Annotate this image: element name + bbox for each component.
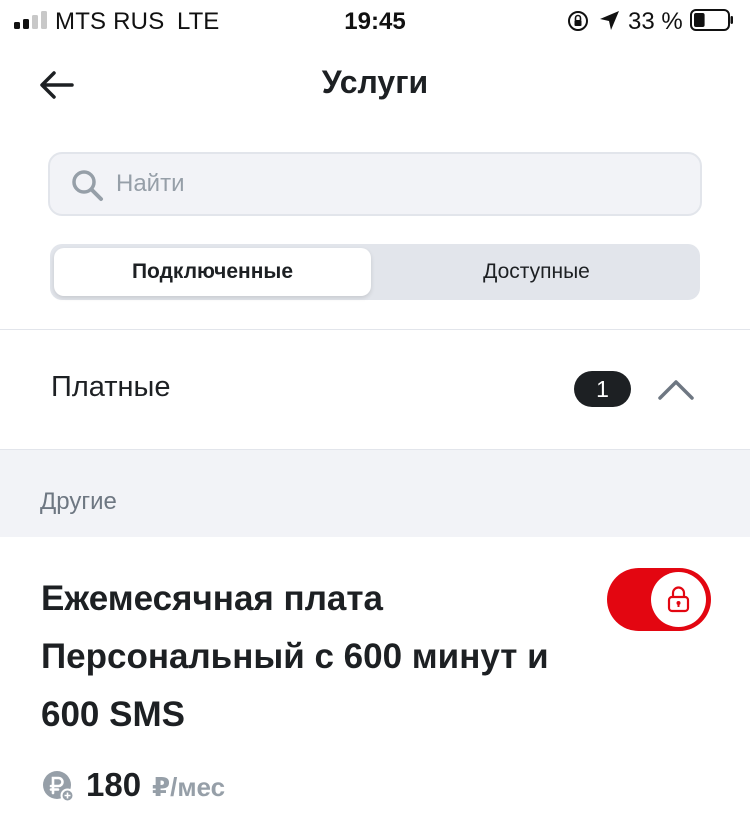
group-label: Другие [40,488,117,515]
toggle-knob [651,572,706,627]
page-title: Услуги [321,64,429,100]
tab-connected[interactable]: Подключенные [54,248,371,296]
service-toggle[interactable] [607,568,711,631]
battery-percent: 33 % [628,8,683,35]
price-value: 180 [86,766,142,803]
section-paid-header[interactable]: Платные 1 [0,331,750,449]
search-input[interactable] [116,154,676,214]
section-title: Платные [51,371,171,403]
divider [0,329,750,330]
battery-icon [690,9,733,31]
status-bar: MTS RUS LTE 19:45 33 % [0,0,750,44]
search-field[interactable] [48,152,702,216]
orientation-lock-icon [568,11,588,31]
search-icon [72,170,103,201]
ruble-coin-icon [43,771,74,802]
group-header: Другие [0,450,750,537]
count-badge: 1 [574,371,631,407]
service-title[interactable]: Ежемесячная плата Персональный с 600 мин… [41,570,596,744]
location-arrow-icon [600,11,619,30]
services-tabs: Подключенные Доступные [50,244,700,300]
tab-available[interactable]: Доступные [378,248,695,296]
lock-icon [667,586,690,613]
price-unit: ₽/мес [152,772,226,802]
chevron-up-icon[interactable] [656,376,696,402]
